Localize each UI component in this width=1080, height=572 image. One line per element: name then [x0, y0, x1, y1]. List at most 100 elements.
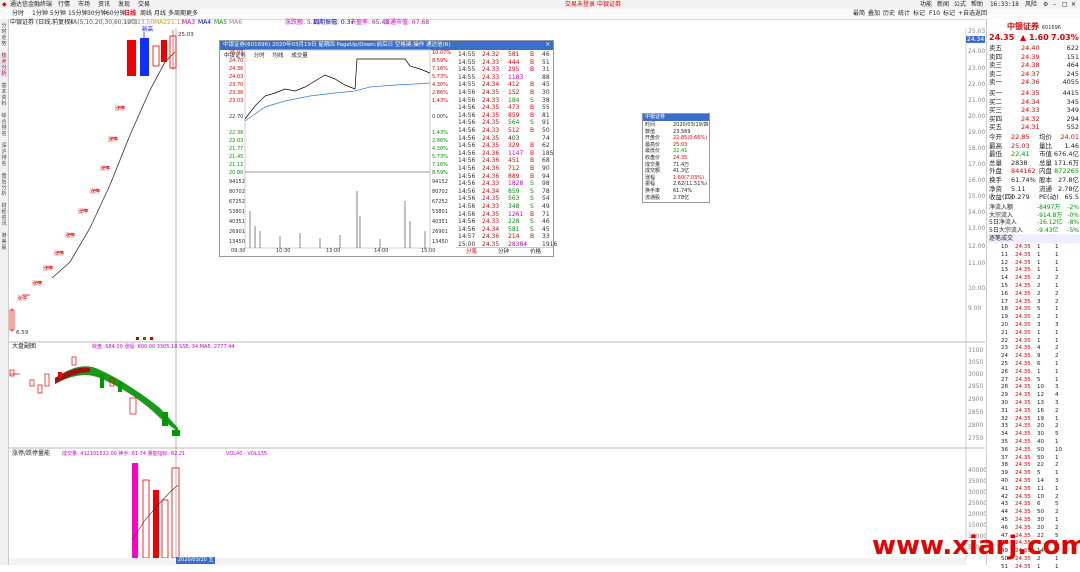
tick-cell: 14:56	[458, 111, 476, 119]
tick-row: 14:56 24.36 712 B 90	[456, 165, 553, 173]
tick-row: 14:56 24.35 473 B 55	[456, 104, 553, 112]
subchart2-title[interactable]: 涨停/跌停量能	[12, 450, 50, 458]
tick-cell: 31	[542, 66, 550, 74]
tick-cell: 1261	[508, 210, 524, 218]
tick-cell: S	[530, 119, 534, 127]
tick-cell: 30	[542, 89, 550, 96]
tick-cell: 1147	[508, 149, 524, 157]
tick-cell: B	[530, 58, 535, 66]
tick-row: 14:56 24.35 563 S 54	[456, 195, 553, 203]
info-title: 中银证券	[643, 114, 709, 121]
tick-row: 14:56 24.33 228 S 46	[456, 218, 553, 226]
intraday-popup[interactable]: 中银证券(601696) 2020年03月19日 星期四 PageUp/Down…	[219, 40, 557, 257]
tick-cell: 46	[542, 51, 550, 58]
tick-cell: 98	[542, 180, 550, 188]
tick-cell: 185	[542, 149, 554, 157]
tick-tab-price[interactable]: 价格	[530, 248, 541, 257]
tick-tab-trades[interactable]: 分笔	[466, 248, 477, 257]
tick-row: 14:56 24.34 581 S 45	[456, 226, 553, 234]
tick-row: 14:57 24.36 214 B 33	[456, 233, 553, 241]
tick-tab-minutes[interactable]: 分钟	[498, 248, 509, 257]
tick-cell: 94	[542, 172, 550, 180]
price-tick: 15.00	[968, 193, 986, 200]
tick-row: 14:55 24.33 295 B 31	[456, 66, 553, 74]
tick-cell: 68	[542, 157, 550, 165]
volume-subchart	[131, 463, 180, 559]
tick-cell: 45	[542, 81, 550, 89]
tick-cell: 473	[508, 104, 520, 112]
tick-cell: 24.34	[482, 81, 500, 89]
tick-cell: 581	[508, 225, 520, 233]
stat-cell: 65.5	[1064, 193, 1079, 202]
ask-row[interactable]: 卖一 24.36 4055	[987, 78, 1080, 87]
book-label: 卖一	[989, 78, 1002, 87]
tick-cell: 152	[508, 89, 520, 96]
tick-cell: 24.33	[482, 127, 500, 134]
tick-cell: 14:55	[458, 66, 476, 74]
subchart1-values: 收盘: 684.00 涨幅: 600.00 3305.18 SSE: 34 MA…	[92, 344, 235, 350]
cursor-date: 2020/03/20 五	[176, 557, 216, 564]
tick-cell: B	[530, 165, 535, 172]
subchart1-title[interactable]: 大盘副图	[12, 343, 36, 351]
tick-cell: 24.36	[482, 157, 500, 165]
tick-cell: 14:56	[458, 127, 476, 134]
price-tick: 12.00	[968, 243, 986, 250]
tick-cell: B	[530, 66, 535, 74]
tick-cell: 24.36	[482, 165, 500, 172]
price-tick: 9.00	[968, 305, 982, 312]
watermark: www.xiarj.com	[872, 531, 1080, 561]
popup-chart[interactable]	[220, 41, 456, 256]
tick-cell: 24.33	[482, 58, 500, 66]
tick-cell: 859	[508, 111, 520, 119]
tick-cell: 451	[508, 157, 520, 165]
tick-cell: B	[530, 51, 535, 58]
tick-cell: 24.35	[482, 142, 500, 150]
last-price: 24.35	[989, 33, 1015, 42]
stock-name: 中银证券 601696	[1007, 22, 1061, 31]
tick-cell: B	[530, 233, 535, 241]
tick-cell: B	[530, 142, 535, 150]
tick-cell: 24.36	[482, 149, 500, 157]
price-tick: 13.00	[968, 225, 986, 232]
price-tick: 10.00	[968, 285, 986, 292]
stock-code: 601696	[1041, 25, 1061, 31]
tick-cell: 71	[542, 210, 550, 218]
tick-cell: 24.35	[482, 210, 500, 218]
tick-cell: 14:55	[458, 81, 476, 89]
subchart2-vol-label: VOL40 - VOL135	[226, 451, 267, 457]
tick-table-cell: 1	[1037, 563, 1041, 570]
tick-cell: 14:55	[458, 51, 476, 58]
tick-cell: B	[530, 127, 535, 134]
tick-row: 14:55 24.33 444 B 51	[456, 59, 553, 67]
tick-cell: 14:56	[458, 149, 476, 157]
limit-up-markers: 涨停 涨停 涨停 涨停 涨停 涨停 涨停 涨停 涨停 涨停	[17, 105, 125, 302]
tick-cell: 33	[542, 233, 550, 241]
tick-cell: 412	[508, 81, 520, 89]
tick-cell: 14:56	[458, 134, 476, 142]
tick-cell: B	[530, 89, 535, 96]
tick-cell: B	[530, 172, 535, 180]
tick-table-row: 51 24.35 1 1	[987, 563, 1080, 572]
bid-row[interactable]: 买五 24.31 552	[987, 123, 1080, 132]
tick-cell: 51	[542, 58, 550, 66]
tick-cell: 49	[542, 203, 550, 210]
tick-row: 14:55 24.34 412 B 45	[456, 81, 553, 89]
current-price-marker: 24.34	[966, 36, 986, 43]
tick-cell: 329	[508, 142, 520, 150]
tick-cell: B	[530, 210, 535, 218]
tick-cell: 712	[508, 165, 520, 172]
limit-up-tag: 涨停	[65, 232, 75, 239]
book-label: 买五	[989, 123, 1002, 132]
popup-close-icon[interactable]: ✕	[545, 41, 550, 50]
tick-row: 14:55 24.33 1183 88	[456, 74, 553, 82]
tick-row: 14:56 24.33 184 S 38	[456, 97, 553, 105]
tick-footer: 分笔 分钟 价格	[456, 247, 553, 257]
tick-row: 14:56 24.35 152 B 30	[456, 89, 553, 97]
price-tick: 24.00	[968, 48, 986, 55]
limit-up-tag: 涨停	[78, 208, 88, 215]
tick-row: 14:56 24.36 451 B 68	[456, 157, 553, 165]
price-tick: 21.00	[968, 97, 986, 104]
index-subchart	[9, 356, 180, 436]
limit-up-tag: 涨停	[43, 265, 53, 272]
tick-header: 逐笔成交	[987, 234, 1080, 243]
